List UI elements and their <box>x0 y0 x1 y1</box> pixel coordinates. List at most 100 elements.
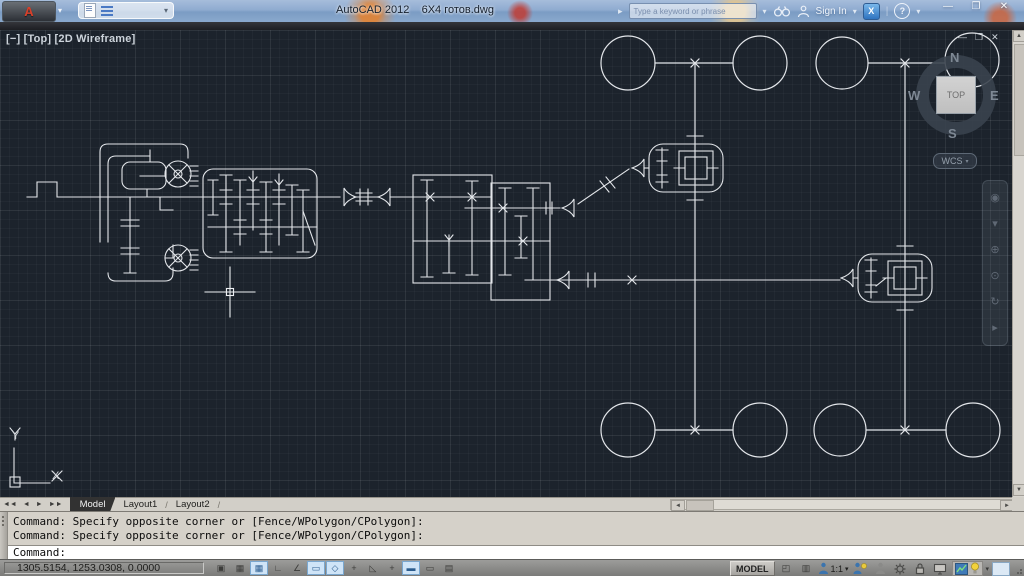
command-window: Command: Specify opposite corner or [Fen… <box>0 511 1024 559</box>
annotation-scale-caret-icon: ▾ <box>845 565 849 573</box>
close-button[interactable]: ✕ <box>996 1 1012 12</box>
status-toggles: ▣▦▦∟∠▭◇+◺+▬▭▤ <box>212 561 458 575</box>
infocenter: ▸ Type a keyword or phrase ▾ Sign In ▾ X… <box>618 2 920 20</box>
pan-icon[interactable]: ⊕ <box>990 245 999 256</box>
clean-screen-button[interactable] <box>992 562 1010 576</box>
performance-icon[interactable] <box>955 563 968 575</box>
model-space-button[interactable]: MODEL <box>730 561 775 576</box>
object-snap-tracking-toggle[interactable]: + <box>345 561 363 575</box>
horizontal-scrollbar[interactable]: ◄ ► <box>670 499 1015 510</box>
tab-layout2[interactable]: Layout2 <box>168 498 218 511</box>
annotation-scale-button[interactable]: 1:1 ▾ <box>818 562 849 575</box>
autoscale-button[interactable] <box>872 562 889 575</box>
help-dropdown-icon[interactable]: ▾ <box>916 7 920 16</box>
search-binoculars-icon[interactable] <box>773 5 791 18</box>
annotation-scale-value: 1:1 <box>831 564 844 574</box>
gearbox[interactable] <box>203 169 317 258</box>
sign-in-person-icon[interactable] <box>797 5 810 18</box>
navigation-bar[interactable]: ◉ ▾ ⊕ ⊙ ↻ ▸ <box>982 180 1008 346</box>
maximize-button[interactable]: ❐ <box>968 1 984 12</box>
annotation-visibility-button[interactable] <box>852 562 869 575</box>
retarder-block[interactable] <box>100 144 198 281</box>
autodesk-exchange-button[interactable]: X <box>863 3 880 20</box>
transfer-case[interactable] <box>413 175 560 300</box>
workspace-switching-button[interactable] <box>892 562 909 575</box>
lower-driveshaft[interactable] <box>525 271 840 289</box>
viewcube-north[interactable]: N <box>950 50 959 65</box>
engine-symbol[interactable] <box>27 182 340 197</box>
title-bar: A ▾ ▾ AutoCAD 2012 6X4 готов.dwg ▸ Type … <box>0 0 1024 22</box>
sign-in-dropdown-icon[interactable]: ▾ <box>853 7 857 16</box>
sign-in-link[interactable]: Sign In <box>816 6 847 17</box>
scroll-left-button[interactable]: ◄ <box>671 500 685 511</box>
transparency-toggle[interactable]: ▭ <box>421 561 439 575</box>
dynamic-ucs-toggle[interactable]: ◺ <box>364 561 382 575</box>
wcs-label: WCS <box>941 156 962 166</box>
prop-shaft-couplings[interactable] <box>344 188 491 206</box>
wheel <box>814 404 866 456</box>
minimize-button[interactable]: — <box>940 1 956 12</box>
zoom-icon[interactable]: ⊙ <box>990 271 999 282</box>
model-space-canvas[interactable]: [−] [Top] [2D Wireframe] — ❐ ✕ N W E S T… <box>0 30 1012 497</box>
ortho-mode-toggle[interactable]: ∟ <box>269 561 287 575</box>
isolate-objects-bulb-icon[interactable] <box>970 562 980 575</box>
drawing-close-button[interactable]: ✕ <box>991 32 999 43</box>
polar-tracking-toggle[interactable]: ∠ <box>288 561 306 575</box>
quick-view-layouts-button[interactable]: ◰ <box>778 562 795 575</box>
upper-driveshaft[interactable] <box>546 169 629 217</box>
viewcube-east[interactable]: E <box>990 88 999 103</box>
vertical-scrollbar[interactable]: ▲ ▼ <box>1012 30 1024 497</box>
hardware-acceleration-button[interactable] <box>932 562 949 575</box>
navigation-wheel-icon[interactable]: ◉ <box>990 193 1000 204</box>
viewport-controls-label[interactable]: [−] [Top] [2D Wireframe] <box>6 33 135 45</box>
differential-middle[interactable] <box>632 136 723 200</box>
wcs-menu[interactable]: WCS ▾ <box>933 153 977 169</box>
scroll-down-button[interactable]: ▼ <box>1013 484 1024 496</box>
help-button[interactable]: ? <box>894 3 910 19</box>
lock-ui-button[interactable] <box>912 562 929 575</box>
drawing-restore-button[interactable]: ❐ <box>975 32 983 43</box>
search-dropdown-icon[interactable]: ▾ <box>763 7 767 16</box>
object-snap-toggle[interactable]: ▭ <box>307 561 325 575</box>
3d-object-snap-toggle[interactable]: ◇ <box>326 561 344 575</box>
tab-model[interactable]: Model <box>70 497 116 512</box>
viewcube-top-face[interactable]: TOP <box>936 76 976 114</box>
quick-view-drawings-button[interactable]: ▥ <box>798 562 815 575</box>
grid-display-toggle[interactable]: ▦ <box>250 561 268 575</box>
tab-layout1[interactable]: Layout1 <box>115 498 165 511</box>
collapsed-ribbon-strip <box>0 22 1024 30</box>
tab-nav-next-icon[interactable]: ► <box>33 501 46 508</box>
snap-mode-toggle[interactable]: ▦ <box>231 561 249 575</box>
vertical-scroll-thumb[interactable] <box>1014 44 1024 156</box>
lineweight-toggle[interactable]: ▬ <box>402 561 420 575</box>
tab-separator: / <box>218 500 221 510</box>
command-window-grip[interactable] <box>0 512 8 560</box>
differential-rear[interactable] <box>841 246 932 310</box>
status-bar-right: MODEL ◰ ▥ 1:1 ▾ <box>730 561 1010 576</box>
coordinates-readout[interactable]: 1305.5154, 1253.0308, 0.0000 <box>4 562 204 574</box>
infocenter-collapse-icon[interactable]: ▸ <box>618 6 623 17</box>
drawing-window-controls: — ❐ ✕ <box>958 32 999 43</box>
titlebar-separator: | <box>886 6 889 17</box>
tab-nav-prev-icon[interactable]: ◄ <box>20 501 33 508</box>
command-history-line: Command: Specify opposite corner or [Fen… <box>13 515 424 528</box>
viewcube-south[interactable]: S <box>948 126 957 141</box>
command-history: Command: Specify opposite corner or [Fen… <box>8 513 1024 545</box>
infer-constraints-toggle[interactable]: ▣ <box>212 561 230 575</box>
showmotion-icon[interactable]: ▸ <box>992 323 998 334</box>
orbit-icon[interactable]: ↻ <box>990 297 999 308</box>
infocenter-search-input[interactable]: Type a keyword or phrase <box>629 3 757 19</box>
quick-properties-toggle[interactable]: ▤ <box>440 561 458 575</box>
tab-nav-first-icon[interactable]: ◄◄ <box>0 501 20 508</box>
navbar-caret-icon[interactable]: ▾ <box>992 219 998 230</box>
dynamic-input-toggle[interactable]: + <box>383 561 401 575</box>
command-input[interactable]: Command: <box>8 545 1024 560</box>
drawing-minimize-button[interactable]: — <box>958 32 967 43</box>
wheel <box>601 403 655 457</box>
drivetrain-schematic[interactable] <box>0 30 1012 497</box>
scroll-up-button[interactable]: ▲ <box>1013 30 1024 42</box>
tab-nav-last-icon[interactable]: ►► <box>46 501 66 508</box>
viewcube-west[interactable]: W <box>908 88 920 103</box>
horizontal-scroll-thumb[interactable] <box>686 500 714 511</box>
status-menu-caret-icon[interactable]: ▾ <box>986 565 990 573</box>
